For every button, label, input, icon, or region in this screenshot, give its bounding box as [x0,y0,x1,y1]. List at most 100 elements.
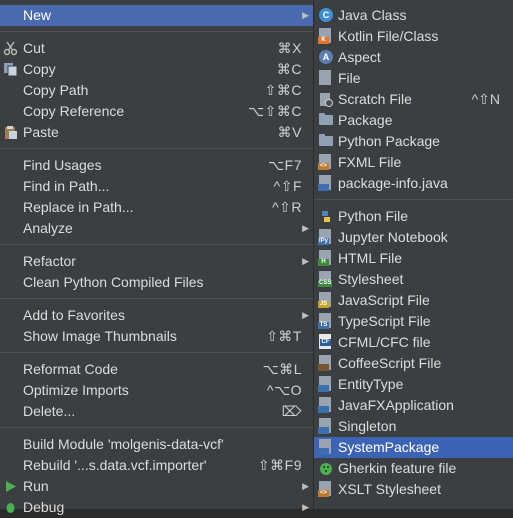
submenu-item-label: FXML File [338,154,402,170]
submenu-item-fxml-file[interactable]: <> FXML File [314,152,513,173]
menu-item-label: Replace in Path... [23,199,134,215]
submenu-arrow-icon: ▶ [302,481,309,491]
package-icon [319,113,333,125]
submenu-item-file[interactable]: File [314,68,513,89]
submenu-item-label: XSLT Stylesheet [338,481,441,497]
css-tag: CSS [318,280,333,287]
submenu-item-gherkin-file[interactable]: Gherkin feature file [314,458,513,479]
paste-icon [5,126,17,139]
copy-icon [4,63,18,77]
debug-icon [6,503,15,513]
javafx-application-icon [318,397,331,413]
menu-item-rebuild[interactable]: Rebuild '...s.data.vcf.importer' ⇧⌘F9 [0,455,313,476]
menu-separator [0,31,313,32]
kotlin-tag: K [318,37,329,44]
submenu-item-system-package[interactable]: SystemPackage [314,437,513,458]
singleton-tag [318,427,329,434]
menu-item-reformat-code[interactable]: Reformat Code ⌥⌘L [0,359,313,380]
submenu-item-cfml-file[interactable]: CF CFML/CFC file [314,332,513,353]
submenu-item-html-file[interactable]: H HTML File [314,248,513,269]
shortcut-label: ⌥⇧⌘C [248,103,302,119]
cf-tag: CF [320,339,331,346]
package-info-tag [318,184,329,191]
singleton-icon [318,418,331,434]
menu-item-label: Show Image Thumbnails [23,328,177,344]
menu-item-label: New [23,7,52,23]
context-menu: New ▶ Cut ⌘X Copy ⌘C Copy Path ⇧⌘C Copy … [0,0,314,515]
submenu-item-package-info[interactable]: package-info.java [314,173,513,194]
menu-separator [0,148,313,149]
menu-item-label: Add to Favorites [23,307,125,323]
menu-item-delete[interactable]: Delete... ⌦ [0,401,313,422]
submenu-item-scratch-file[interactable]: Scratch File ^⇧N [314,89,513,110]
kotlin-file-icon: K [318,28,331,44]
submenu-item-kotlin-file[interactable]: K Kotlin File/Class [314,26,513,47]
system-package-icon [318,439,331,455]
menu-item-paste[interactable]: Paste ⌘V [0,122,313,143]
gherkin-file-icon [320,463,332,475]
submenu-item-label: Package [338,112,393,128]
menu-item-label: Copy [23,61,56,77]
menu-item-copy-reference[interactable]: Copy Reference ⌥⇧⌘C [0,101,313,122]
menu-item-refactor[interactable]: Refactor ▶ [0,251,313,272]
menu-item-analyze[interactable]: Analyze ▶ [0,218,313,239]
menu-item-optimize-imports[interactable]: Optimize Imports ^⌥O [0,380,313,401]
submenu-item-python-package[interactable]: Python Package [314,131,513,152]
submenu-item-entitytype[interactable]: EntityType [314,374,513,395]
submenu-item-javafx-application[interactable]: JavaFXApplication [314,395,513,416]
menu-item-label: Find in Path... [23,178,110,194]
submenu-item-python-file[interactable]: Python File [314,206,513,227]
submenu-item-stylesheet[interactable]: CSS Stylesheet [314,269,513,290]
js-tag: JS [318,301,329,308]
submenu-item-aspect[interactable]: A Aspect [314,47,513,68]
menu-item-new[interactable]: New ▶ [0,5,313,26]
submenu-item-singleton[interactable]: Singleton [314,416,513,437]
submenu-item-typescript-file[interactable]: TS TypeScript File [314,311,513,332]
submenu-item-label: JavaFXApplication [338,397,454,413]
submenu-item-javascript-file[interactable]: JS JavaScript File [314,290,513,311]
shortcut-label: ^⇧N [471,91,500,107]
menu-item-debug[interactable]: Debug ▶ [0,497,313,518]
submenu-item-label: CFML/CFC file [338,334,431,350]
shortcut-label: ⌥⌘L [262,361,302,377]
cfml-file-icon: CF [319,334,331,349]
menu-item-add-to-favorites[interactable]: Add to Favorites ▶ [0,305,313,326]
menu-item-clean-python-compiled[interactable]: Clean Python Compiled Files [0,272,313,293]
shortcut-label: ⇧⌘F9 [257,457,302,473]
menu-item-run[interactable]: Run ▶ [0,476,313,497]
shortcut-label: ⌘X [277,40,302,56]
html-file-icon: H [318,250,331,266]
menu-item-replace-in-path[interactable]: Replace in Path... ^⇧R [0,197,313,218]
shortcut-label: ⇧⌘T [266,328,302,344]
submenu-arrow-icon: ▶ [302,10,309,20]
menu-separator [0,244,313,245]
submenu-item-coffeescript-file[interactable]: CoffeeScript File [314,353,513,374]
submenu-item-label: CoffeeScript File [338,355,442,371]
new-submenu: C Java Class K Kotlin File/Class A Aspec… [314,0,513,509]
menu-item-label: Rebuild '...s.data.vcf.importer' [23,457,207,473]
menu-item-build-module[interactable]: Build Module 'molgenis-data-vcf' [0,434,313,455]
javafx-tag [318,406,329,413]
submenu-item-xslt-stylesheet[interactable]: <> XSLT Stylesheet [314,479,513,500]
fxml-file-icon: <> [318,154,331,170]
submenu-item-jupyter-notebook[interactable]: IPy Jupyter Notebook [314,227,513,248]
submenu-item-package[interactable]: Package [314,110,513,131]
submenu-item-label: Stylesheet [338,271,404,287]
menu-item-cut[interactable]: Cut ⌘X [0,38,313,59]
menu-item-find-in-path[interactable]: Find in Path... ^⇧F [0,176,313,197]
menu-item-label: Optimize Imports [23,382,129,398]
submenu-item-java-class[interactable]: C Java Class [314,5,513,26]
menu-item-show-image-thumbnails[interactable]: Show Image Thumbnails ⇧⌘T [0,326,313,347]
menu-separator [0,298,313,299]
menu-item-copy[interactable]: Copy ⌘C [0,59,313,80]
menu-item-find-usages[interactable]: Find Usages ⌥F7 [0,155,313,176]
menu-separator [0,352,313,353]
menu-item-copy-path[interactable]: Copy Path ⇧⌘C [0,80,313,101]
menu-item-label: Run [23,478,49,494]
aspect-icon: A [319,50,333,64]
menu-separator [314,199,513,200]
submenu-item-label: package-info.java [338,175,448,191]
shortcut-label: ⌥F7 [268,157,302,173]
submenu-arrow-icon: ▶ [302,223,309,233]
java-class-icon: C [319,8,333,22]
